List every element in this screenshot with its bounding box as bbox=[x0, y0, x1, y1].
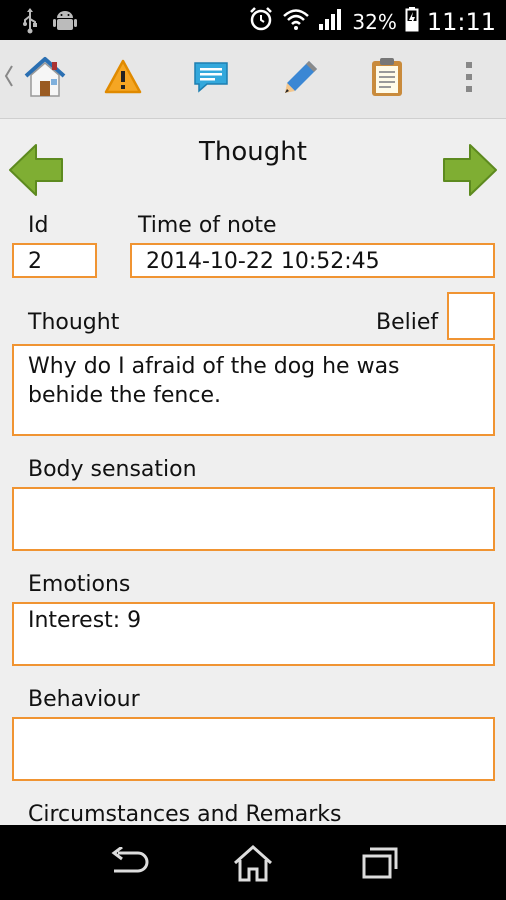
android-icon bbox=[52, 8, 78, 38]
warning-button[interactable] bbox=[98, 54, 148, 104]
clipboard-button[interactable] bbox=[362, 54, 412, 104]
circumstances-label: Circumstances and Remarks bbox=[28, 802, 342, 825]
status-bar: 32% 11:11 bbox=[0, 0, 506, 40]
navigation-bar bbox=[0, 825, 506, 900]
back-chevron-icon[interactable] bbox=[4, 64, 14, 92]
overflow-menu-button[interactable] bbox=[444, 54, 494, 104]
body-sensation-label: Body sensation bbox=[28, 457, 197, 482]
recent-apps-icon[interactable] bbox=[360, 845, 400, 885]
behaviour-field[interactable] bbox=[12, 717, 495, 781]
clock: 11:11 bbox=[426, 7, 496, 36]
emotions-label: Emotions bbox=[28, 572, 131, 597]
id-label: Id bbox=[28, 213, 49, 238]
body-sensation-field[interactable] bbox=[12, 487, 495, 551]
pencil-icon bbox=[281, 57, 321, 101]
signal-icon bbox=[318, 7, 344, 36]
emotions-field[interactable]: Interest: 9 bbox=[12, 602, 495, 666]
thought-field[interactable]: Why do I afraid of the dog he was behide… bbox=[12, 344, 495, 436]
action-bar bbox=[0, 40, 506, 119]
battery-percent: 32% bbox=[352, 9, 397, 34]
wifi-icon bbox=[282, 7, 310, 36]
usb-icon bbox=[22, 8, 38, 38]
thought-label: Thought bbox=[28, 310, 120, 335]
overflow-menu-icon bbox=[464, 60, 474, 98]
home-icon bbox=[22, 54, 68, 104]
home-nav-icon[interactable] bbox=[232, 843, 274, 887]
belief-field[interactable] bbox=[447, 292, 495, 340]
thought-form: Thought Id Time of note 2 2014-10-22 10:… bbox=[0, 119, 506, 825]
behaviour-label: Behaviour bbox=[28, 687, 140, 712]
alarm-icon bbox=[248, 6, 274, 37]
edit-button[interactable] bbox=[276, 54, 326, 104]
chat-icon bbox=[191, 58, 231, 100]
time-of-note-label: Time of note bbox=[138, 213, 277, 238]
id-field[interactable]: 2 bbox=[12, 243, 97, 278]
time-of-note-field[interactable]: 2014-10-22 10:52:45 bbox=[130, 243, 495, 278]
clipboard-icon bbox=[369, 56, 405, 102]
next-arrow-icon[interactable] bbox=[442, 143, 498, 201]
page-title: Thought bbox=[199, 137, 307, 167]
home-button[interactable] bbox=[20, 54, 70, 104]
battery-charging-icon bbox=[405, 6, 419, 37]
warning-icon bbox=[103, 58, 143, 100]
back-icon[interactable] bbox=[106, 845, 150, 883]
belief-label: Belief bbox=[376, 310, 439, 335]
chat-button[interactable] bbox=[186, 54, 236, 104]
